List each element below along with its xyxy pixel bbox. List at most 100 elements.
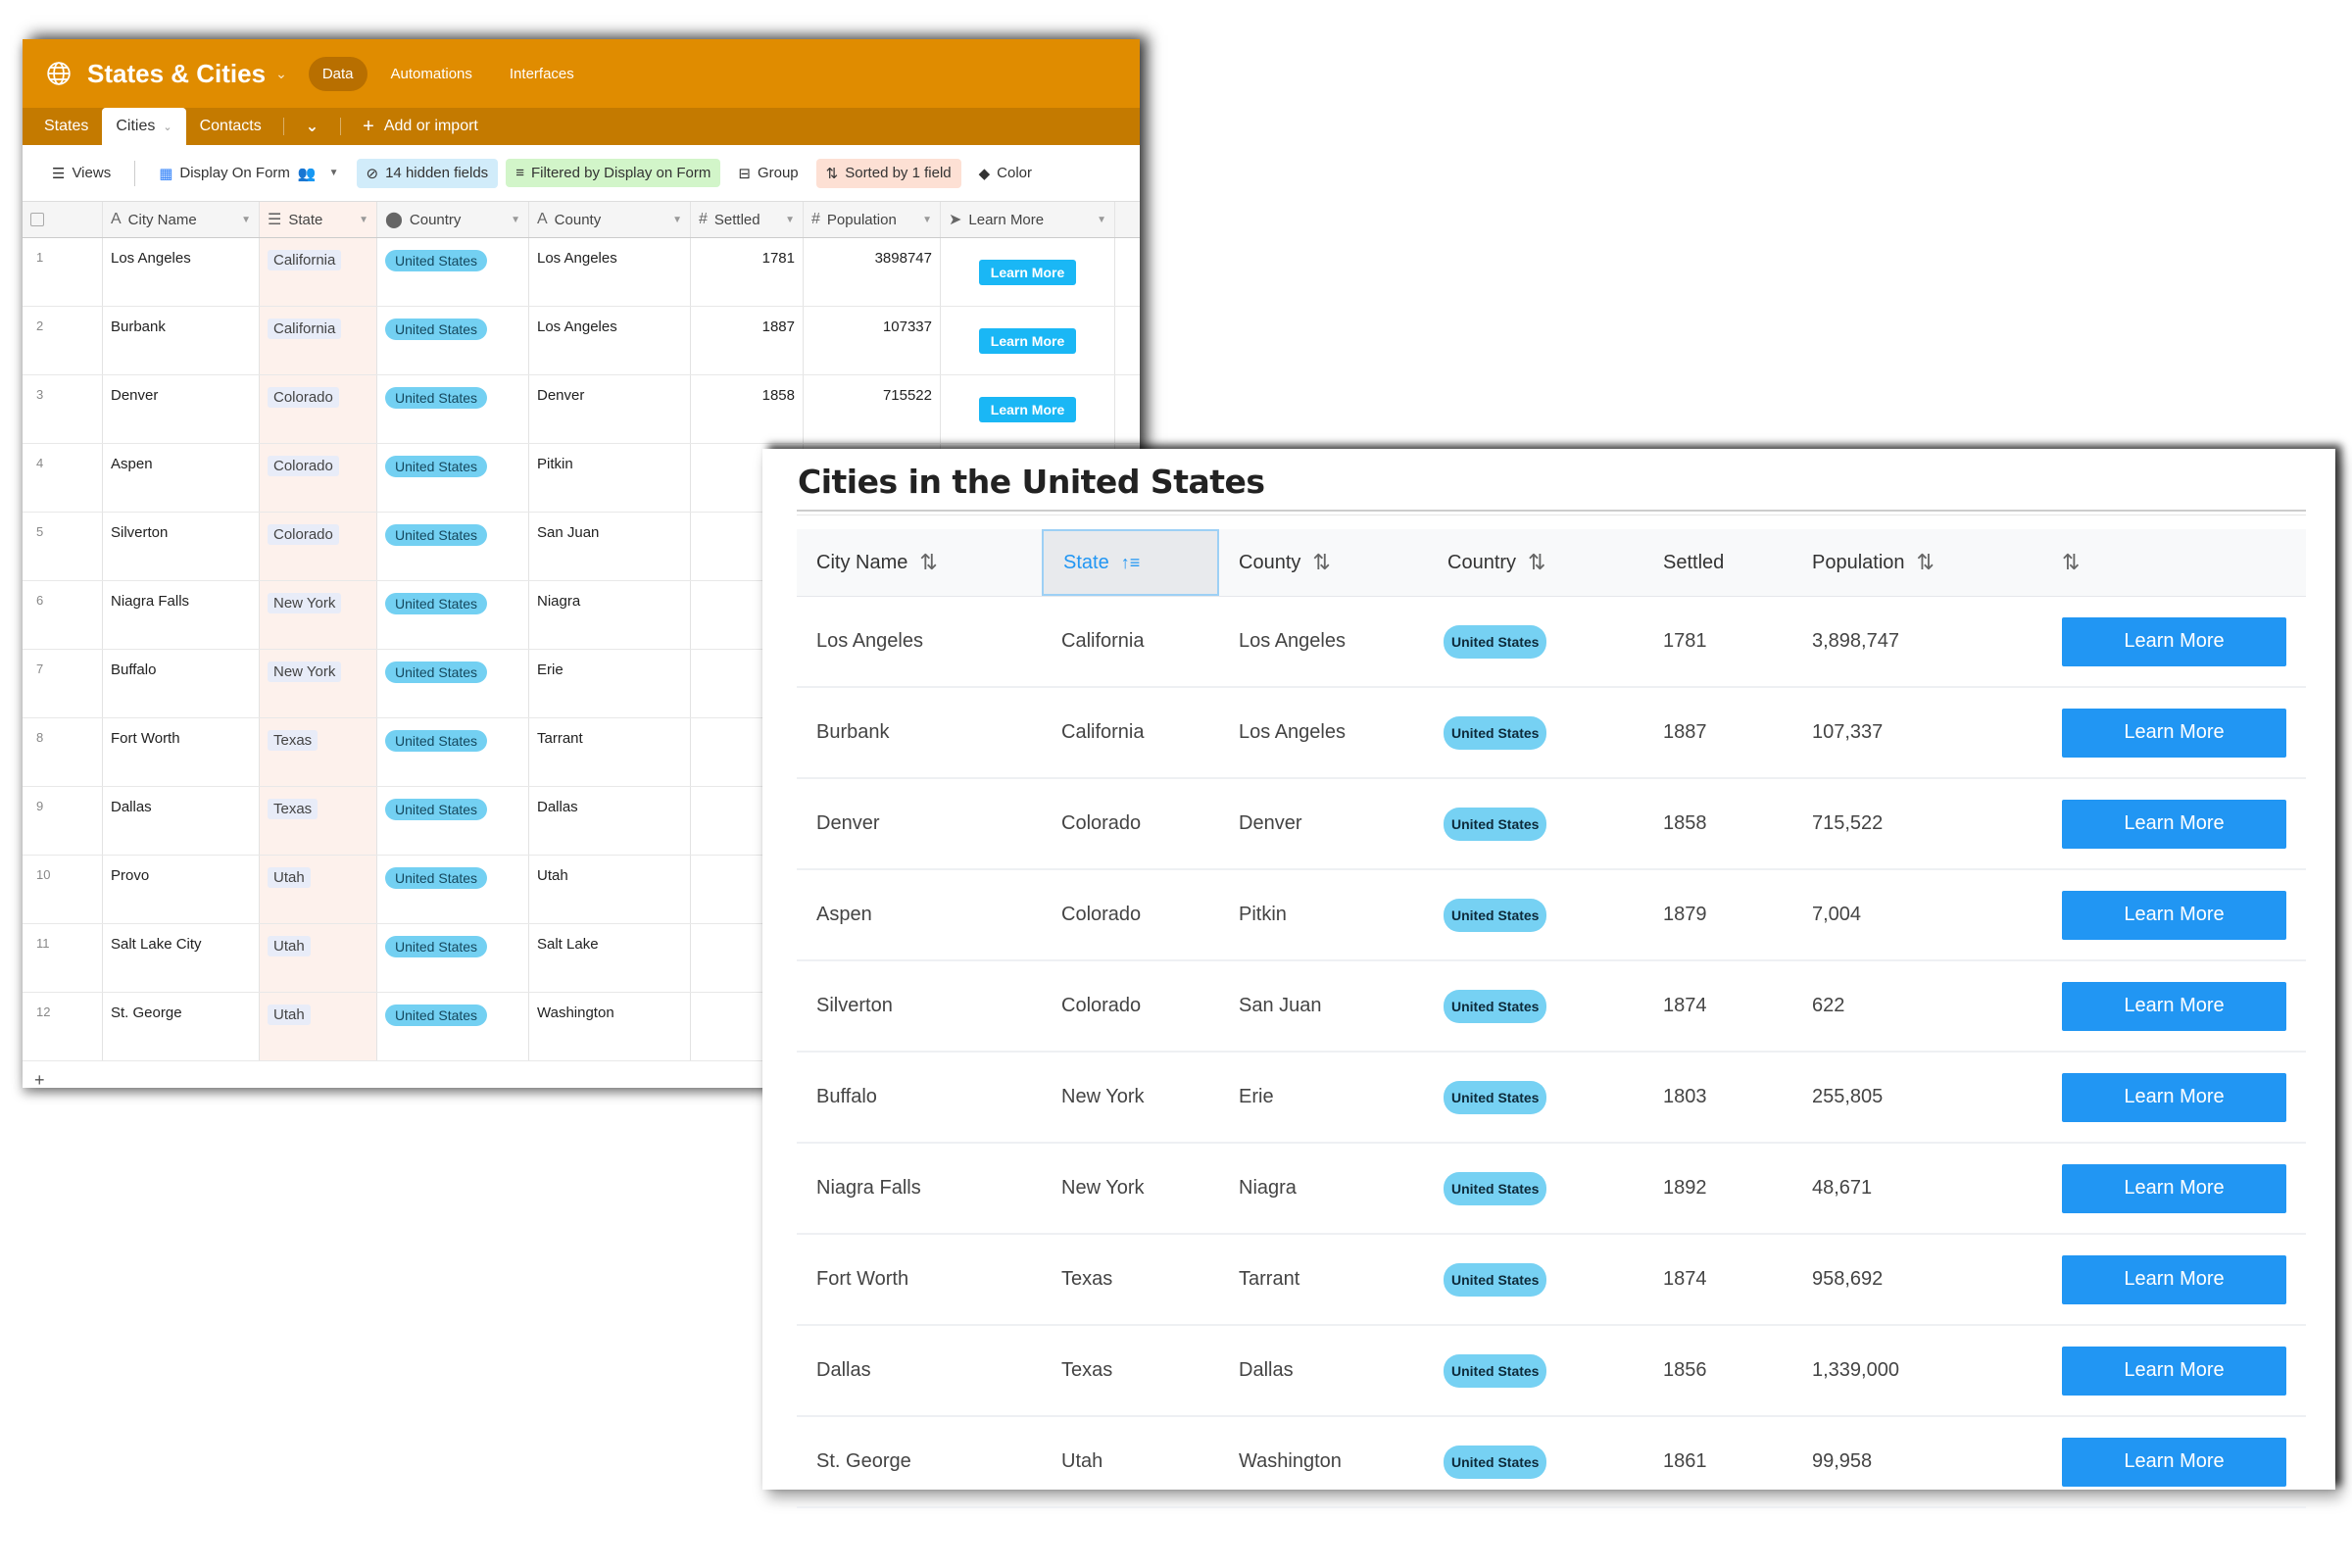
cell-population[interactable]: 715522 [804,375,941,443]
base-menu-chevron-icon[interactable]: ⌄ [275,66,287,82]
sort-icon[interactable]: ⇅ [1917,550,1935,575]
caret-down-icon[interactable]: ▼ [672,215,682,225]
caret-down-icon[interactable]: ▼ [922,215,932,225]
tab-cities[interactable]: Cities ⌄ [102,108,186,145]
cell-city-name[interactable]: Salt Lake City [103,924,260,992]
select-all-checkbox[interactable] [23,202,103,237]
chevron-down-icon[interactable]: ⌄ [163,121,172,133]
tab-states[interactable]: States [30,108,102,145]
cell-state[interactable]: California [260,307,377,374]
cell-settled[interactable]: 1858 [691,375,804,443]
cell-country[interactable]: United States [377,581,529,649]
cell-learn-more[interactable]: Learn More [941,375,1115,443]
sort-icon[interactable]: ⇅ [1312,550,1330,575]
header-actions[interactable]: ⇅ [2042,529,2306,596]
learn-more-button[interactable]: Learn More [2062,890,2286,940]
cell-city-name[interactable]: Burbank [103,307,260,374]
column-header-population[interactable]: # Population ▼ [804,202,941,237]
cell-population[interactable]: 107337 [804,307,941,374]
cell-county[interactable]: San Juan [529,513,691,580]
cell-city-name[interactable]: Aspen [103,444,260,512]
cell-county[interactable]: Erie [529,650,691,717]
add-or-import-button[interactable]: + Add or import [349,108,492,145]
table-row[interactable]: 2 Burbank California United States Los Angel… [23,307,1140,375]
learn-more-button[interactable]: Learn More [978,328,1077,354]
cell-city-name[interactable]: Provo [103,856,260,923]
learn-more-button[interactable]: Learn More [2062,1072,2286,1122]
header-county[interactable]: County ⇅ [1219,529,1428,596]
cell-county[interactable]: Los Angeles [529,238,691,306]
color-button[interactable]: ◆ Color [969,159,1042,188]
learn-more-button[interactable]: Learn More [2062,981,2286,1031]
cell-state[interactable]: California [260,238,377,306]
caret-down-icon[interactable]: ▼ [511,215,520,225]
more-tables-button[interactable]: ⌄ [292,108,332,145]
column-header-county[interactable]: A County ▼ [529,202,691,237]
cell-county[interactable]: Denver [529,375,691,443]
nav-automations[interactable]: Automations [377,57,486,91]
filter-button[interactable]: ≡ Filtered by Display on Form [506,159,721,187]
table-row[interactable]: 3 Denver Colorado United States Denver 1858 71… [23,375,1140,444]
learn-more-button[interactable]: Learn More [2062,1437,2286,1487]
caret-down-icon[interactable]: ▼ [1097,215,1106,225]
caret-down-icon[interactable]: ▼ [241,215,251,225]
learn-more-button[interactable]: Learn More [978,260,1077,285]
column-header-country[interactable]: ⬤ Country ▼ [377,202,529,237]
cell-country[interactable]: United States [377,856,529,923]
cell-state[interactable]: Utah [260,856,377,923]
learn-more-button[interactable]: Learn More [2062,708,2286,758]
caret-down-icon[interactable]: ▼ [785,215,795,225]
header-city-name[interactable]: City Name ⇅ [797,529,1042,596]
cell-settled[interactable]: 1887 [691,307,804,374]
cell-county[interactable]: Niagra [529,581,691,649]
cell-state[interactable]: New York [260,650,377,717]
group-button[interactable]: ⊟ Group [728,159,808,188]
column-header-state[interactable]: ☰ State ▼ [260,202,377,237]
cell-city-name[interactable]: Los Angeles [103,238,260,306]
learn-more-button[interactable]: Learn More [2062,1346,2286,1396]
cell-state[interactable]: Utah [260,993,377,1060]
nav-data[interactable]: Data [308,56,368,91]
cell-country[interactable]: United States [377,650,529,717]
cell-country[interactable]: United States [377,307,529,374]
view-switcher[interactable]: ▦ Display On Form 👥 ▼ [149,159,348,188]
hidden-fields-button[interactable]: ⊘ 14 hidden fields [356,158,499,188]
column-header-settled[interactable]: # Settled ▼ [691,202,804,237]
sort-icon[interactable]: ⇅ [1528,550,1545,575]
cell-city-name[interactable]: St. George [103,993,260,1060]
cell-country[interactable]: United States [377,993,529,1060]
caret-down-icon[interactable]: ▼ [359,215,368,225]
cell-learn-more[interactable]: Learn More [941,238,1115,306]
learn-more-button[interactable]: Learn More [2062,1254,2286,1304]
cell-learn-more[interactable]: Learn More [941,307,1115,374]
cell-state[interactable]: New York [260,581,377,649]
column-header-city-name[interactable]: A City Name ▼ [103,202,260,237]
sort-button[interactable]: ⇅ Sorted by 1 field [815,158,961,188]
cell-country[interactable]: United States [377,787,529,855]
cell-state[interactable]: Colorado [260,444,377,512]
sort-ascending-icon[interactable]: ↑≡ [1121,553,1141,573]
cell-state[interactable]: Texas [260,787,377,855]
header-state[interactable]: State ↑≡ [1042,529,1219,596]
cell-settled[interactable]: 1781 [691,238,804,306]
views-button[interactable]: ☰ Views [42,159,121,188]
cell-county[interactable]: Dallas [529,787,691,855]
nav-interfaces[interactable]: Interfaces [496,57,588,91]
cell-state[interactable]: Colorado [260,375,377,443]
cell-city-name[interactable]: Dallas [103,787,260,855]
table-row[interactable]: 1 Los Angeles California United States Los A… [23,238,1140,307]
sort-icon[interactable]: ⇅ [919,550,937,575]
cell-country[interactable]: United States [377,718,529,786]
cell-country[interactable]: United States [377,513,529,580]
tab-contacts[interactable]: Contacts [186,108,275,145]
header-country[interactable]: Country ⇅ [1428,529,1643,596]
cell-city-name[interactable]: Fort Worth [103,718,260,786]
cell-city-name[interactable]: Niagra Falls [103,581,260,649]
cell-state[interactable]: Texas [260,718,377,786]
cell-country[interactable]: United States [377,924,529,992]
header-population[interactable]: Population ⇅ [1792,529,2042,596]
cell-county[interactable]: Utah [529,856,691,923]
cell-city-name[interactable]: Buffalo [103,650,260,717]
base-name[interactable]: States & Cities [87,59,266,89]
sort-icon[interactable]: ⇅ [2062,550,2080,575]
